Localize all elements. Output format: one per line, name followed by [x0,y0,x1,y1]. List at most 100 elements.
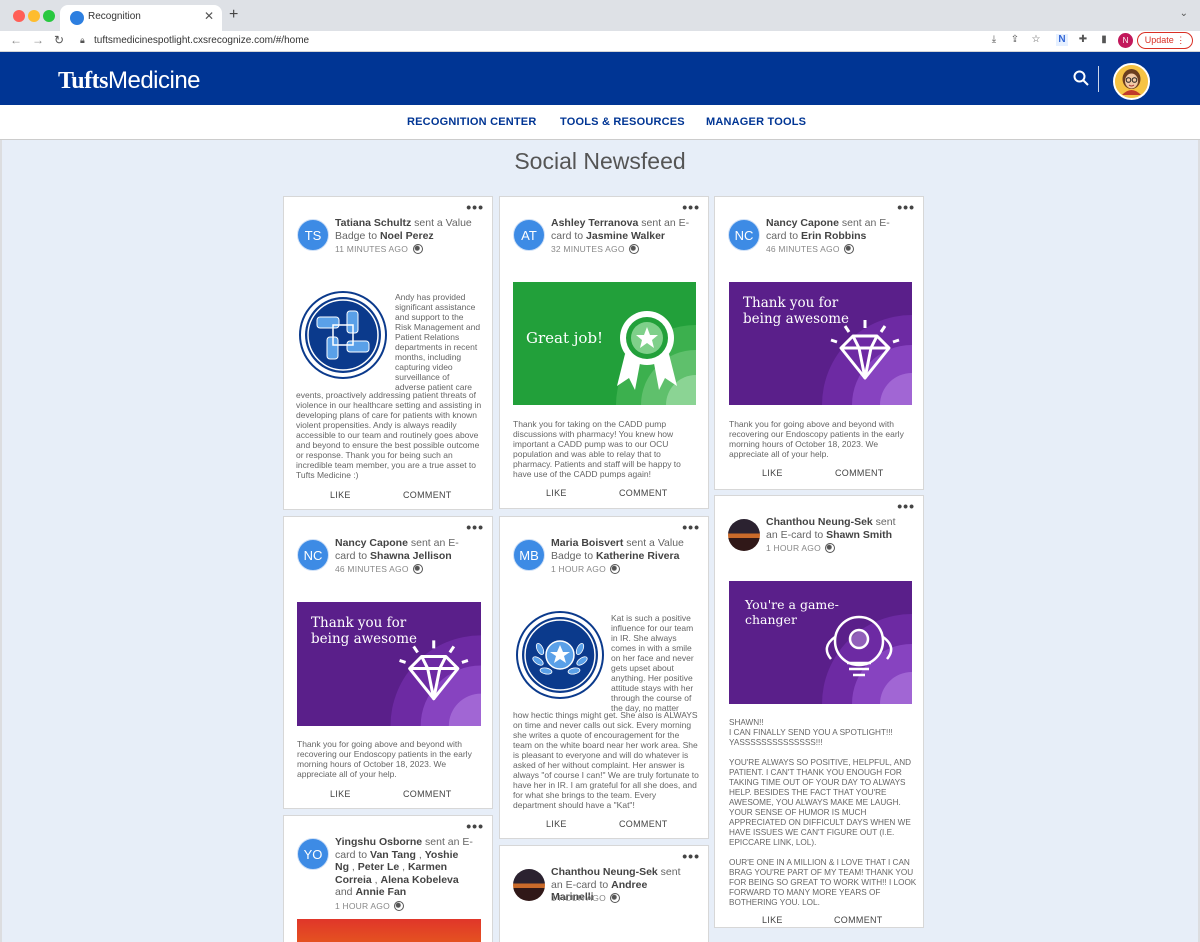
install-icon[interactable]: ⤓ [988,34,1000,46]
sender-name[interactable]: Chanthou Neung-Sek [551,866,658,878]
sender-name[interactable]: Nancy Capone [335,537,408,549]
globe-icon [825,543,836,553]
more-options-icon[interactable]: ••• [682,519,700,535]
recipient-name[interactable]: Erin Robbins [801,230,866,242]
recipient-name[interactable]: Jasmine Walker [586,230,665,242]
more-options-icon[interactable]: ••• [466,519,484,535]
share-icon[interactable]: ⇪ [1009,34,1021,46]
user-avatar[interactable] [1113,63,1150,100]
ecard-image[interactable] [297,919,481,942]
recipient-name[interactable]: Noel Perez [380,230,434,242]
recipient-name[interactable]: Van Tang [370,849,416,861]
side-panel-icon[interactable]: ▮ [1098,34,1110,46]
sender-name[interactable]: Tatiana Schultz [335,217,411,229]
avatar[interactable]: AT [513,219,545,251]
forward-icon[interactable]: → [32,33,44,47]
comment-button[interactable]: COMMENT [403,789,452,799]
like-button[interactable]: LIKE [762,915,783,925]
sender-name[interactable]: Yingshu Osborne [335,836,422,848]
ecard-image[interactable]: You're a game-changer [729,581,912,704]
more-options-icon[interactable]: ••• [897,498,915,514]
comment-button[interactable]: COMMENT [619,819,668,829]
sender-name[interactable]: Ashley Terranova [551,217,638,229]
more-options-icon[interactable]: ••• [466,199,484,215]
timestamp: 11 MINUTES AGO [335,244,423,254]
feed-card: ••• Chanthou Neung-Sek sent an E-card to… [714,495,924,928]
sender-name[interactable]: Chanthou Neung-Sek [766,516,873,528]
new-tab-icon[interactable]: + [229,6,238,24]
update-button[interactable]: Update ⋮ [1137,32,1193,49]
ecard-image[interactable]: Thank you for being awesome [297,602,481,726]
maximize-window-button[interactable] [43,10,55,22]
recipient-name[interactable]: Annie Fan [355,886,406,898]
back-icon[interactable]: ← [10,33,22,47]
like-button[interactable]: LIKE [546,488,567,498]
nav-tools-resources[interactable]: TOOLS & RESOURCES [560,116,685,128]
logo-regular: Medicine [107,67,201,94]
timestamp: 1 HOUR AGO [766,543,836,553]
more-options-icon[interactable]: ••• [466,818,484,834]
recipient-name[interactable]: Shawna Jellison [370,550,452,562]
avatar-photo[interactable] [513,869,545,901]
extensions-puzzle-icon[interactable]: ✚ [1077,34,1089,46]
card-header: Chanthou Neung-Sek sent an E-card to Sha… [766,516,906,541]
sender-name[interactable]: Maria Boisvert [551,537,623,549]
comment-button[interactable]: COMMENT [619,488,668,498]
ecard-image[interactable]: Thank you for being awesome [729,282,912,405]
bookmark-star-icon[interactable]: ☆ [1030,34,1042,46]
recipient-name[interactable]: Peter Le [358,861,399,873]
like-button[interactable]: LIKE [762,468,783,478]
tab-search-chevron-icon[interactable]: ⌄ [1180,8,1188,19]
avatar[interactable]: NC [728,219,760,251]
profile-avatar[interactable]: N [1118,33,1133,48]
reload-icon[interactable]: ↻ [54,33,64,47]
like-button[interactable]: LIKE [330,490,351,500]
site-header: TuftsMedicine [0,52,1200,105]
more-options-icon[interactable]: ••• [682,848,700,864]
extension-n-icon[interactable]: N [1056,34,1068,46]
more-options-icon[interactable]: ••• [682,199,700,215]
nav-recognition-center[interactable]: RECOGNITION CENTER [407,116,537,128]
timestamp: 32 MINUTES AGO [551,244,640,254]
avatar[interactable]: NC [297,539,329,571]
logo-bold: Tufts [58,68,108,94]
like-button[interactable]: LIKE [330,789,351,799]
card-header: Ashley Terranova sent an E-card to Jasmi… [551,217,691,242]
close-tab-icon[interactable]: ✕ [204,9,214,23]
minimize-window-button[interactable] [28,10,40,22]
timestamp: 1 HOUR AGO [551,893,621,903]
avatar[interactable]: YO [297,838,329,870]
browser-tab[interactable]: Recognition ✕ [60,5,222,31]
globe-icon [413,564,424,574]
tab-title: Recognition [88,11,141,22]
card-header: Maria Boisvert sent a Value Badge to Kat… [551,537,691,562]
time-text: 46 MINUTES AGO [766,244,840,254]
sender-name[interactable]: Nancy Capone [766,217,839,229]
close-window-button[interactable] [13,10,25,22]
card-header: Nancy Capone sent an E-card to Erin Robb… [766,217,906,242]
feed-card: ••• TS Tatiana Schultz sent a Value Badg… [283,196,493,510]
recipient-name[interactable]: Shawn Smith [826,529,892,541]
timestamp: 1 HOUR AGO [335,901,405,911]
avatar-photo[interactable] [728,519,760,551]
comment-button[interactable]: COMMENT [835,468,884,478]
avatar[interactable]: TS [297,219,329,251]
time-text: 1 HOUR AGO [766,543,821,553]
nav-manager-tools[interactable]: MANAGER TOOLS [706,116,806,128]
recipient-name[interactable]: Alena Kobeleva [381,874,459,886]
globe-icon [610,564,621,574]
ecard-image[interactable]: Great job! [513,282,696,405]
search-icon[interactable] [1073,70,1089,86]
address-bar[interactable]: tuftsmedicinespotlight.cxsrecognize.com/… [94,35,309,46]
recipient-name[interactable]: Katherine Rivera [596,550,679,562]
like-button[interactable]: LIKE [546,819,567,829]
avatar[interactable]: MB [513,539,545,571]
update-label: Update [1144,35,1174,45]
message-text: Thank you for taking on the CADD pump di… [513,419,681,479]
comment-button[interactable]: COMMENT [834,915,883,925]
more-options-icon[interactable]: ••• [897,199,915,215]
card-header: Nancy Capone sent an E-card to Shawna Je… [335,537,475,562]
comment-button[interactable]: COMMENT [403,490,452,500]
tufts-medicine-logo[interactable]: TuftsMedicine [58,67,201,95]
lock-icon[interactable]: 🔒︎ [80,35,85,46]
